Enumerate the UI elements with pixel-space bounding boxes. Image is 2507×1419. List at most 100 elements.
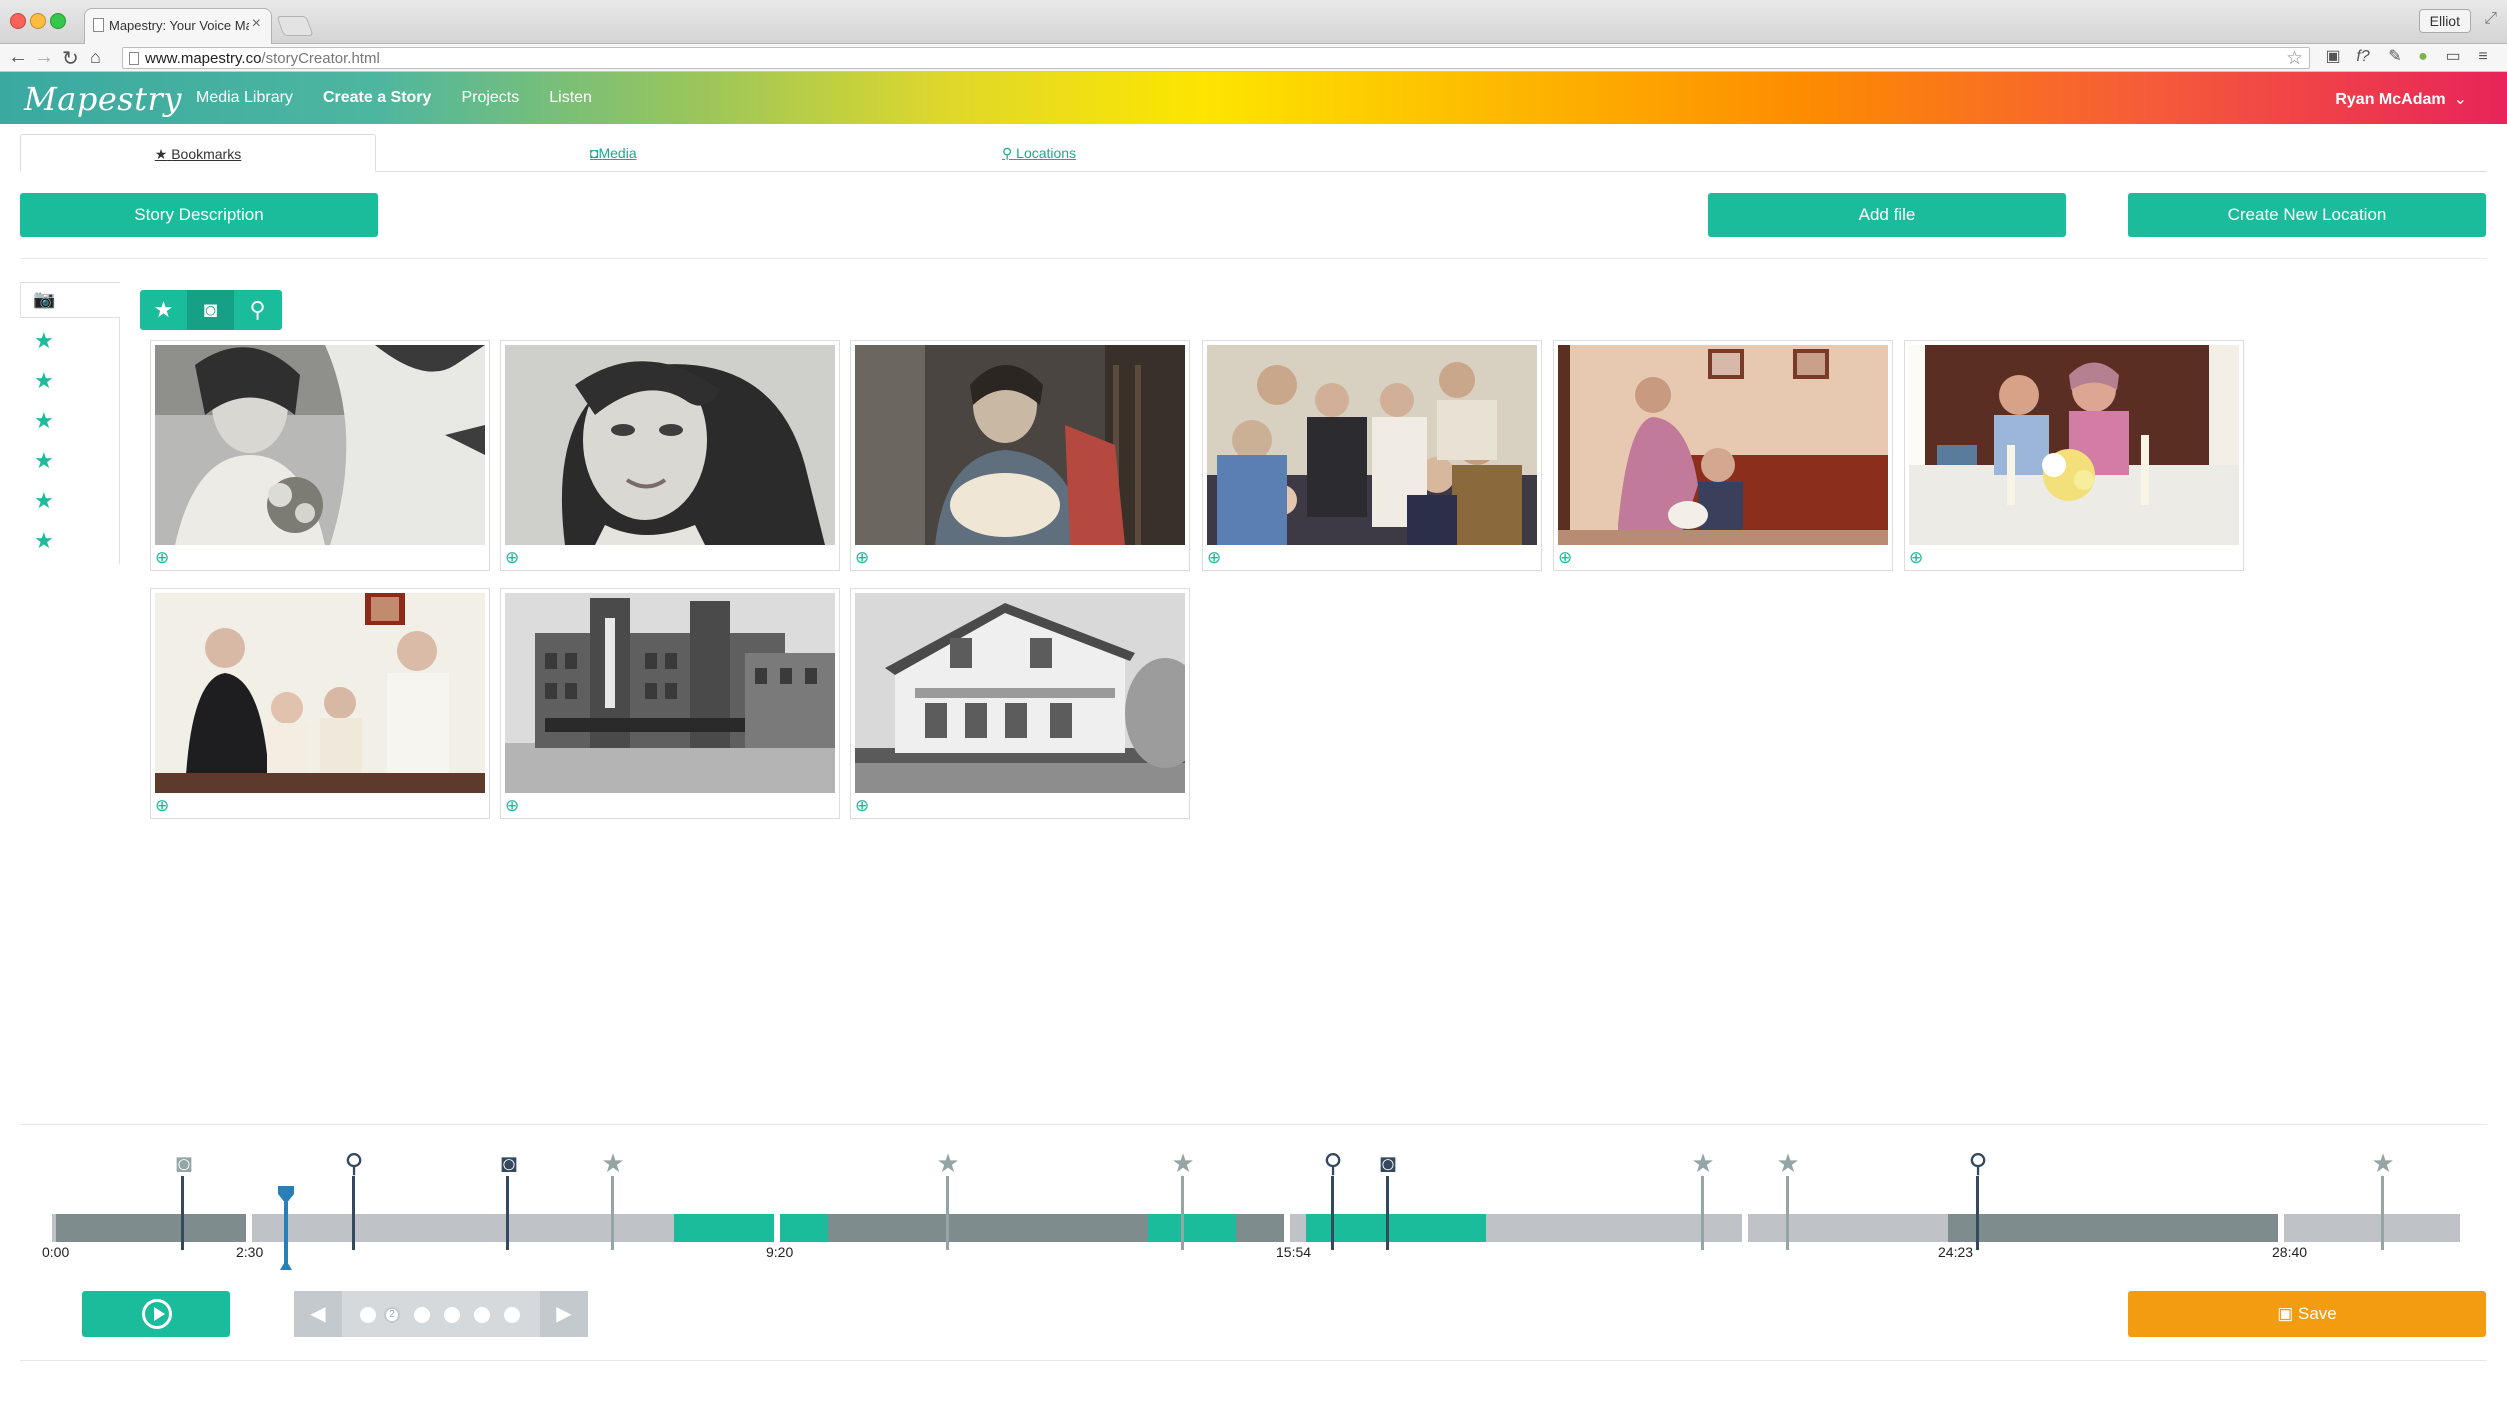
timeline-track[interactable]: [52, 1214, 2460, 1242]
star-icon[interactable]: ★: [2366, 1148, 2400, 1179]
next-page-button[interactable]: ▶: [540, 1291, 588, 1337]
timeline-segment[interactable]: [780, 1214, 828, 1242]
page-dot-current[interactable]: 2: [384, 1307, 400, 1323]
filter-star-button[interactable]: ★: [140, 290, 187, 330]
photo-woman-baby-rocking-chair: [855, 345, 1185, 545]
font-extension-icon[interactable]: f?: [2354, 48, 2372, 66]
star-icon[interactable]: ★: [1166, 1148, 1200, 1179]
nav-projects[interactable]: Projects: [461, 89, 519, 107]
star-icon[interactable]: ★: [34, 408, 54, 434]
zoom-in-icon[interactable]: ⊕: [855, 796, 869, 816]
star-icon[interactable]: ★: [931, 1148, 965, 1179]
tab-close-icon[interactable]: ×: [252, 15, 261, 33]
forward-icon[interactable]: →: [34, 46, 54, 69]
nav-listen[interactable]: Listen: [549, 89, 592, 107]
logo[interactable]: Mapestry: [24, 80, 182, 118]
zoom-in-icon[interactable]: ⊕: [155, 796, 169, 816]
timeline-pager: ◀ 2 ▶: [294, 1291, 588, 1337]
media-card[interactable]: ⊕: [1202, 340, 1542, 571]
back-icon[interactable]: ←: [8, 46, 28, 69]
star-icon[interactable]: ★: [34, 368, 54, 394]
page-dot[interactable]: [474, 1307, 490, 1323]
browser-tab[interactable]: Mapestry: Your Voice Matt ×: [84, 8, 272, 44]
timeline-marker-line: [946, 1176, 949, 1250]
address-bar[interactable]: www.mapestry.co/storyCreator.html ☆: [122, 47, 2310, 69]
timeline-segment[interactable]: [1236, 1214, 1284, 1242]
save-label: Save: [2298, 1304, 2337, 1323]
star-icon[interactable]: ★: [1771, 1148, 1805, 1179]
menu-icon[interactable]: ≡: [2474, 48, 2492, 66]
add-file-button[interactable]: Add file: [1708, 193, 2066, 237]
map-pin-icon[interactable]: ⚲: [1316, 1148, 1350, 1179]
bookmark-star-icon[interactable]: ☆: [2286, 47, 2303, 70]
android-icon[interactable]: ●: [2414, 48, 2432, 66]
timeline-playhead[interactable]: [276, 1186, 296, 1270]
eyedropper-icon[interactable]: ✎: [2386, 48, 2404, 66]
camera-icon[interactable]: ◙: [492, 1148, 526, 1179]
zoom-in-icon[interactable]: ⊕: [1558, 548, 1572, 568]
create-new-location-button[interactable]: Create New Location: [2128, 193, 2486, 237]
nav-media-library[interactable]: Media Library: [196, 89, 293, 107]
zoom-in-icon[interactable]: ⊕: [1207, 548, 1221, 568]
media-card[interactable]: ⊕: [150, 340, 490, 571]
page-dot[interactable]: [504, 1307, 520, 1323]
new-tab-button[interactable]: [276, 16, 314, 36]
camera-icon[interactable]: ◙: [1371, 1148, 1405, 1179]
timeline-marker-line: [1976, 1176, 1979, 1250]
camera-icon[interactable]: ◙: [167, 1148, 201, 1179]
camera-icon: 📷: [33, 289, 56, 309]
tab-bookmarks[interactable]: ★ Bookmarks: [20, 134, 376, 172]
nav-create-story[interactable]: Create a Story: [323, 89, 432, 107]
timeline-segment[interactable]: [56, 1214, 246, 1242]
zoom-in-icon[interactable]: ⊕: [505, 548, 519, 568]
timeline-segment[interactable]: [1948, 1214, 2278, 1242]
star-icon[interactable]: ★: [34, 528, 54, 554]
map-pin-icon[interactable]: ⚲: [337, 1148, 371, 1179]
media-card[interactable]: ⊕: [500, 340, 840, 571]
media-card[interactable]: ⊕: [1553, 340, 1893, 571]
zoom-in-icon[interactable]: ⊕: [855, 548, 869, 568]
play-button[interactable]: [82, 1291, 230, 1337]
story-description-button[interactable]: Story Description: [20, 193, 378, 237]
page-dot[interactable]: [444, 1307, 460, 1323]
map-pin-icon[interactable]: ⚲: [1961, 1148, 1995, 1179]
rail-camera-tab[interactable]: 📷: [20, 282, 120, 318]
save-button[interactable]: ▣ Save: [2128, 1291, 2486, 1337]
timeline-marker-line: [1701, 1176, 1704, 1250]
media-card[interactable]: ⊕: [850, 588, 1190, 819]
tab-locations[interactable]: ⚲ Locations: [1002, 145, 1076, 183]
zoom-in-icon[interactable]: ⊕: [505, 796, 519, 816]
star-icon[interactable]: ★: [34, 448, 54, 474]
home-icon[interactable]: ⌂: [90, 47, 101, 68]
zoom-in-icon[interactable]: ⊕: [155, 548, 169, 568]
close-window-button[interactable]: [10, 13, 26, 29]
star-icon[interactable]: ★: [34, 488, 54, 514]
reload-icon[interactable]: ↻: [62, 46, 79, 71]
user-menu[interactable]: Ryan McAdam ⌄: [2335, 89, 2467, 109]
cast-icon[interactable]: ▭: [2444, 48, 2462, 66]
timeline-segment[interactable]: [828, 1214, 1148, 1242]
media-card[interactable]: ⊕: [150, 588, 490, 819]
page-dot[interactable]: [414, 1307, 430, 1323]
media-card[interactable]: ⊕: [500, 588, 840, 819]
extension-icon[interactable]: ▣: [2324, 48, 2342, 66]
zoom-in-icon[interactable]: ⊕: [1909, 548, 1923, 568]
timeline-segment[interactable]: [674, 1214, 774, 1242]
tab-media[interactable]: ◘Media: [590, 145, 637, 183]
timeline-marker-line: [611, 1176, 614, 1250]
star-icon[interactable]: ★: [1686, 1148, 1720, 1179]
star-icon[interactable]: ★: [596, 1148, 630, 1179]
page-icon: [129, 52, 139, 65]
timeline-segment[interactable]: [1148, 1214, 1236, 1242]
maximize-window-button[interactable]: [50, 13, 66, 29]
page-dot[interactable]: [360, 1307, 376, 1323]
filter-camera-button[interactable]: ◙: [187, 290, 234, 330]
previous-page-button[interactable]: ◀: [294, 1291, 342, 1337]
profile-button[interactable]: Elliot: [2418, 9, 2471, 33]
media-card[interactable]: ⊕: [1904, 340, 2244, 571]
filter-location-button[interactable]: ⚲: [234, 290, 281, 330]
media-card[interactable]: ⊕: [850, 340, 1190, 571]
fullscreen-icon[interactable]: ⤢: [2484, 10, 2497, 28]
star-icon[interactable]: ★: [34, 328, 54, 354]
minimize-window-button[interactable]: [30, 13, 46, 29]
